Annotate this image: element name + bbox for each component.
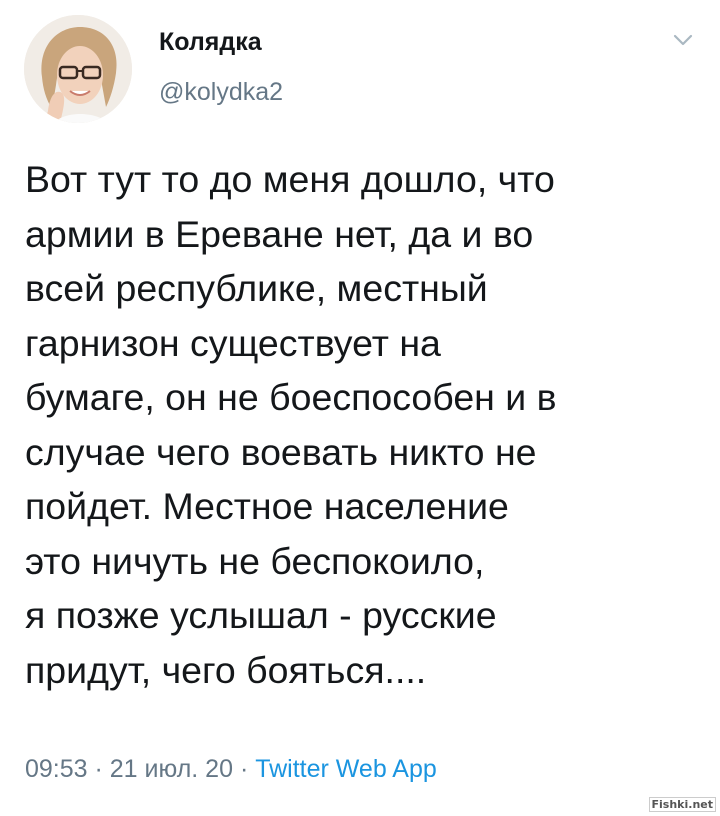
tweet-source-link[interactable]: Twitter Web App	[255, 755, 437, 783]
tweet-text-line: Вот тут то до меня дошло, что	[25, 158, 555, 200]
tweet-text-line: придут, чего бояться....	[25, 648, 427, 691]
tweet-text-line: всей республике, местный	[25, 267, 488, 309]
author-handle[interactable]: @kolydka2	[159, 78, 283, 107]
watermark: Fishki.net	[648, 797, 716, 812]
tweet-text-line: случае чего воевать никто не	[25, 430, 537, 473]
tweet-text-line: гарнизон существует на	[25, 321, 441, 364]
tweet-meta: 09:53 · 21 июл. 20 · Twitter Web App	[25, 755, 437, 784]
tweet-text: Вот тут то до меня дошло, что армии в Ер…	[25, 152, 705, 697]
tweet-text-line: бумаге, он не боеспособен и в	[25, 376, 557, 418]
author-display-name[interactable]: Колядка	[159, 28, 262, 57]
meta-separator: ·	[87, 755, 110, 783]
tweet-card: Колядка @kolydka2 Вот тут то до меня дош…	[0, 0, 720, 816]
tweet-date[interactable]: 21 июл. 20	[110, 755, 233, 783]
tweet-text-line: пойдет. Местное население	[25, 485, 509, 527]
tweet-text-line: я позже услышал - русские	[25, 594, 497, 636]
meta-separator: ·	[233, 755, 256, 783]
tweet-text-line: армии в Ереване нет, да и во	[25, 212, 534, 255]
chevron-down-icon[interactable]	[672, 32, 694, 48]
tweet-text-line: это ничуть не беспокоило,	[25, 539, 485, 582]
tweet-time[interactable]: 09:53	[25, 755, 88, 783]
avatar[interactable]	[24, 15, 132, 123]
